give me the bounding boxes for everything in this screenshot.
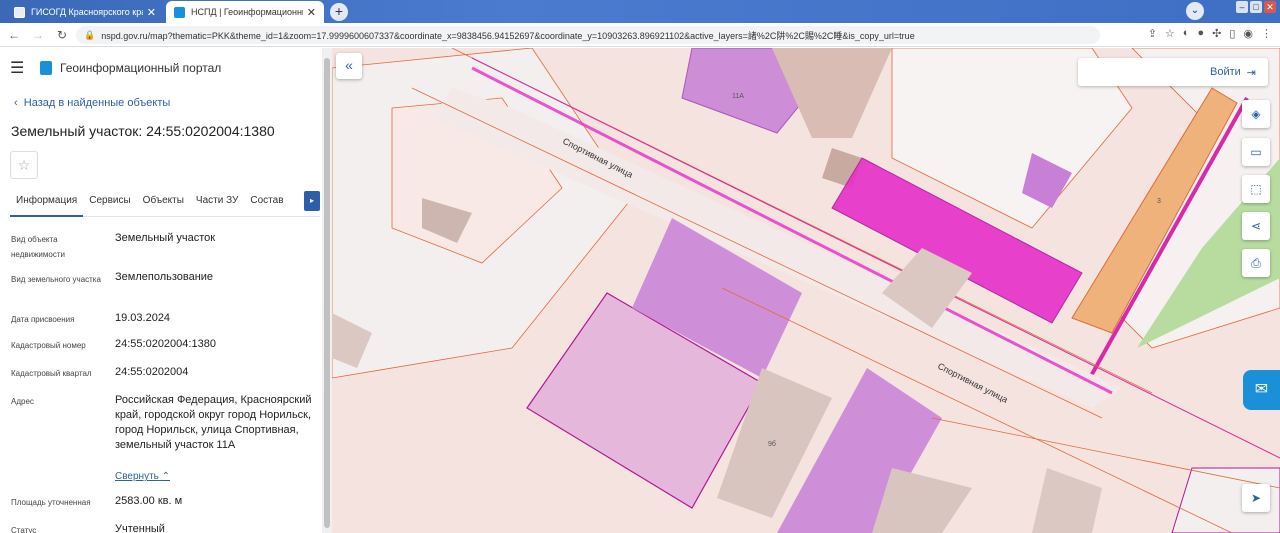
minimize-icon[interactable]: – [1236,1,1248,13]
login-button[interactable]: Войти ⇥ [1078,58,1268,86]
street-label: Спортивная улица [936,361,1009,405]
layers-button[interactable]: ◈ [1242,100,1270,128]
maximize-icon[interactable]: □ [1250,1,1262,13]
gisogd-favicon-icon [14,6,25,18]
attr-value: Земельный участок [115,232,216,244]
house-number-label: 9б [768,440,776,448]
attr-label: Вид объекта недвижимости [11,235,65,259]
favorite-star-icon[interactable]: ☆ [10,151,38,179]
sidebar-header: ☰ Геоинформационный портал [10,58,221,78]
select-area-icon: ⬚ [1250,182,1262,196]
address-bar[interactable]: 🔒 nspd.gov.ru/map?thematic=PKK&theme_id=… [76,26,1100,44]
attr-label: Адрес [11,397,34,406]
puzzle-icon[interactable]: ✣ [1212,27,1221,40]
tab-services[interactable]: Сервисы [83,193,136,217]
tab-information[interactable]: Информация [10,193,84,217]
hamburger-menu-icon[interactable]: ☰ [10,58,34,78]
attr-value: Учтенный [115,523,165,533]
attr-label: Площадь уточненная [11,498,91,507]
browser-toolbar: ← → ↻ 🔒 nspd.gov.ru/map?thematic=PKK&the… [0,23,1280,47]
collapse-link[interactable]: Свернуть ⌃ [115,471,170,482]
share-icon: ⋖ [1250,219,1262,233]
chat-assistant-button[interactable]: ✉ [1243,370,1280,410]
map-layer: Спортивная улица Спортивная улица 11А 9б… [332,48,1280,533]
attr-value: 24:55:0202004:1380 [115,338,216,350]
ruler-icon: ▭ [1250,145,1262,159]
sidebar-scrollbar[interactable] [322,48,332,533]
attr-value: 2583.00 кв. м [115,495,183,507]
tab-title: ГИСОГД Красноярского края [31,7,143,17]
tab-close-icon[interactable]: ✕ [307,6,316,19]
profile-icon[interactable]: ◉ [1243,27,1253,40]
window-controls: – □ ✕ [1236,1,1276,13]
login-icon: ⇥ [1246,66,1256,79]
geolocate-button[interactable]: ➤ [1242,484,1270,512]
attr-value: Землепользование [115,271,214,283]
bookmark-star-icon[interactable]: ☆ [1165,27,1175,40]
tab-parts[interactable]: Части ЗУ [190,193,244,217]
info-sidebar: ☰ Геоинформационный портал ‹ Назад в най… [0,48,322,533]
scrollbar-thumb[interactable] [324,58,330,528]
chevron-up-icon: ⌃ [161,471,171,482]
portal-logo-icon [40,61,52,75]
attr-value: 24:55:0202004 [115,366,189,378]
browser-tab-gisogd[interactable]: ГИСОГД Красноярского края ✕ [6,1,164,23]
tab-search-icon[interactable]: ⌄ [1186,2,1204,20]
window-close-icon[interactable]: ✕ [1264,1,1276,13]
layers-icon: ◈ [1251,107,1261,121]
browser-tabstrip: ГИСОГД Красноярского края ✕ НСПД | Геоин… [0,0,1280,23]
chevron-left-icon: ‹ [14,97,24,109]
back-to-results-link[interactable]: ‹ Назад в найденные объекты [14,97,170,109]
tab-title: НСПД | Геоинформационный п... [191,7,303,17]
page-title: Земельный участок: 24:55:0202004:1380 [11,123,275,139]
attr-label: Статус [11,526,37,533]
ruler-button[interactable]: ▭ [1242,138,1270,166]
extension-icon[interactable]: ◐ [1183,27,1190,40]
forward-icon[interactable]: → [28,28,48,42]
share-button[interactable]: ⋖ [1242,212,1270,240]
print-button[interactable]: ⎙ [1242,249,1270,277]
tab-close-icon[interactable]: ✕ [147,6,156,19]
house-number-label: 3 [1157,198,1161,205]
navigation-arrow-icon: ➤ [1250,491,1262,505]
collapse-panel-button[interactable]: « [336,53,362,79]
menu-icon[interactable]: ⋮ [1261,27,1272,40]
login-label: Войти [1209,66,1241,78]
portal-title: Геоинформационный портал [60,61,222,75]
attr-label: Дата присвоения [11,315,75,324]
attr-value: 19.03.2024 [115,312,171,324]
back-icon[interactable]: ← [4,28,24,42]
parcel-line [931,417,1280,489]
attr-label: Кадастровый номер [11,341,86,350]
extension-icon[interactable]: ● [1197,27,1204,40]
print-icon: ⎙ [1251,256,1261,270]
attr-label: Кадастровый квартал [11,369,92,378]
house-number-label: 11А [732,93,744,100]
lock-icon[interactable]: 🔒 [84,30,95,41]
sidepanel-icon[interactable]: ▯ [1229,27,1235,40]
tab-composition[interactable]: Состав [244,193,289,217]
info-tabs: Информация Сервисы Объекты Части ЗУ Сост… [10,191,320,217]
tab-objects[interactable]: Объекты [137,193,190,217]
back-link-label: Назад в найденные объекты [23,97,171,109]
attr-label: Вид земельного участка [11,275,101,284]
select-area-button[interactable]: ⬚ [1242,175,1270,203]
chat-icon: ✉ [1254,381,1269,398]
reload-icon[interactable]: ↻ [52,28,72,42]
new-tab-button[interactable]: + [330,3,348,21]
share-icon[interactable]: ⇪ [1148,27,1157,40]
toolbar-icons: ⇪ ☆ ◐ ● ✣ ▯ ◉ ⋮ [1148,27,1272,40]
nspd-favicon-icon [174,6,185,18]
url-text: nspd.gov.ru/map?thematic=PKK&theme_id=1&… [101,30,915,41]
attr-value: Российская Федерация, Красноярский край,… [115,394,312,451]
map-canvas[interactable]: Спортивная улица Спортивная улица 11А 9б… [332,48,1280,533]
browser-tab-nspd[interactable]: НСПД | Геоинформационный п... ✕ [166,1,324,23]
building [1032,468,1102,533]
tabs-scroll-right-icon[interactable]: ▸ [304,191,320,211]
collapse-label: Свернуть [115,471,159,482]
